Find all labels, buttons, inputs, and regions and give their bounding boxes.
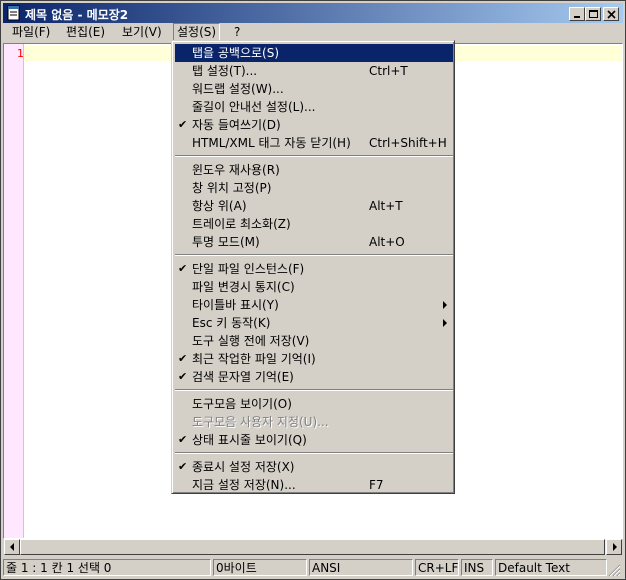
menu-item-auto-close-tags[interactable]: HTML/XML 태그 자동 닫기(H) Ctrl+Shift+H: [175, 134, 453, 152]
line-number: 1: [17, 47, 24, 60]
menu-item-single-instance[interactable]: ✔ 단일 파일 인스턴스(F): [175, 260, 453, 278]
menu-item-file-change-notify[interactable]: 파일 변경시 통지(C): [175, 278, 453, 296]
menu-item-label: 단일 파일 인스턴스(F): [192, 262, 305, 276]
status-line-ending[interactable]: CR+LF: [415, 559, 459, 576]
minimize-button[interactable]: [569, 7, 585, 21]
submenu-arrow-icon: [443, 301, 447, 309]
menu-item-shortcut: Alt+T: [369, 199, 403, 213]
menu-item-label: HTML/XML 태그 자동 닫기(H): [192, 136, 351, 150]
menu-item-customize-toolbar: 도구모음 사용자 지정(U)...: [175, 413, 453, 431]
status-insert-mode[interactable]: INS: [461, 559, 493, 576]
menu-item-remember-recent-files[interactable]: ✔ 최근 작업한 파일 기억(I): [175, 350, 453, 368]
line-number-gutter: 1: [4, 44, 24, 538]
maximize-icon: [589, 10, 598, 18]
menu-item-minimize-to-tray[interactable]: 트레이로 최소화(Z): [175, 215, 453, 233]
check-icon: ✔: [178, 433, 188, 446]
menu-item-shortcut: Ctrl+Shift+H: [369, 136, 447, 150]
menu-item-label: Esc 키 동작(K): [192, 316, 271, 330]
window-title: 제목 없음 - 메모장2: [25, 8, 129, 22]
menu-item-always-on-top[interactable]: 항상 위(A) Alt+T: [175, 197, 453, 215]
menu-item-label: 항상 위(A): [192, 199, 247, 213]
check-icon: ✔: [178, 118, 188, 131]
menu-item-label: 워드랩 설정(W)...: [192, 82, 284, 96]
menu-item-shortcut: F7: [369, 478, 384, 492]
menu-item-label: 최근 작업한 파일 기억(I): [192, 352, 316, 366]
maximize-button[interactable]: [585, 7, 601, 21]
menu-item-label: 도구 실행 전에 저장(V): [192, 334, 310, 348]
menu-item-shortcut: Alt+O: [369, 235, 405, 249]
menu-item-long-line-settings[interactable]: 줄길이 안내선 설정(L)...: [175, 98, 453, 116]
menu-item-label: 탭 설정(T)...: [192, 64, 258, 78]
menu-item-tabs-to-spaces[interactable]: 탭을 공백으로(S): [175, 44, 453, 62]
menu-item-esc-key-behavior[interactable]: Esc 키 동작(K): [175, 314, 453, 332]
horizontal-scrollbar[interactable]: [4, 539, 622, 555]
menu-item-label: 파일 변경시 통지(C): [192, 280, 295, 294]
check-icon: ✔: [178, 460, 188, 473]
menu-item-label: 지금 설정 저장(N)...: [192, 478, 296, 492]
menu-view[interactable]: 보기(V): [119, 24, 165, 41]
menu-item-label: 자동 들여쓰기(D): [192, 118, 281, 132]
menu-item-label: 상태 표시줄 보이기(Q): [192, 433, 307, 447]
menu-item-label: 검색 문자열 기억(E): [192, 370, 294, 384]
menu-separator: [175, 155, 453, 157]
menu-item-remember-search-strings[interactable]: ✔ 검색 문자열 기억(E): [175, 368, 453, 386]
close-button[interactable]: [603, 7, 619, 21]
menu-item-titlebar-display[interactable]: 타이틀바 표시(Y): [175, 296, 453, 314]
menu-separator: [175, 452, 453, 454]
menu-separator: [175, 389, 453, 391]
check-icon: ✔: [178, 370, 188, 383]
menu-item-sticky-window[interactable]: 창 위치 고정(P): [175, 179, 453, 197]
menu-item-tab-settings[interactable]: 탭 설정(T)... Ctrl+T: [175, 62, 453, 80]
menu-item-show-statusbar[interactable]: ✔ 상태 표시줄 보이기(Q): [175, 431, 453, 449]
menu-item-label: 도구모음 보이기(O): [192, 397, 292, 411]
status-size: 0바이트: [213, 559, 307, 576]
menu-help[interactable]: ?: [231, 24, 243, 41]
menu-item-transparent-mode[interactable]: 투명 모드(M) Alt+O: [175, 233, 453, 251]
menu-item-label: 도구모음 사용자 지정(U)...: [192, 415, 329, 429]
status-encoding[interactable]: ANSI: [309, 559, 413, 576]
minimize-icon: [574, 16, 580, 18]
scrollbar-thumb[interactable]: [20, 539, 605, 555]
menu-item-shortcut: Ctrl+T: [369, 64, 408, 78]
close-icon: [607, 10, 616, 19]
menu-item-save-settings-on-exit[interactable]: ✔ 종료시 설정 저장(X): [175, 458, 453, 476]
menu-item-word-wrap-settings[interactable]: 워드랩 설정(W)...: [175, 80, 453, 98]
submenu-arrow-icon: [443, 319, 447, 327]
status-bar: 줄 1 : 1 칸 1 선택 0 0바이트 ANSI CR+LF INS Def…: [3, 558, 623, 577]
menu-item-label: 줄길이 안내선 설정(L)...: [192, 100, 316, 114]
scroll-left-button[interactable]: [4, 539, 20, 555]
check-icon: ✔: [178, 352, 188, 365]
arrow-right-icon: [613, 543, 617, 551]
menu-item-label: 탭을 공백으로(S): [192, 46, 280, 60]
menu-item-label: 종료시 설정 저장(X): [192, 460, 295, 474]
menu-item-label: 윈도우 재사용(R): [192, 163, 280, 177]
arrow-left-icon: [10, 543, 14, 551]
menu-item-reuse-window[interactable]: 윈도우 재사용(R): [175, 161, 453, 179]
title-bar[interactable]: 제목 없음 - 메모장2: [3, 3, 623, 23]
menu-item-show-toolbar[interactable]: 도구모음 보이기(O): [175, 395, 453, 413]
menu-item-auto-indent[interactable]: ✔ 자동 들여쓰기(D): [175, 116, 453, 134]
notepad-app-icon: [7, 5, 20, 21]
check-icon: ✔: [178, 262, 188, 275]
status-position: 줄 1 : 1 칸 1 선택 0: [3, 559, 211, 576]
menu-item-save-settings-now[interactable]: 지금 설정 저장(N)... F7: [175, 476, 453, 494]
status-lexer[interactable]: Default Text: [495, 559, 607, 576]
menu-separator: [175, 254, 453, 256]
menu-file[interactable]: 파일(F): [9, 24, 53, 41]
settings-dropdown-menu: 탭을 공백으로(S) 탭 설정(T)... Ctrl+T 워드랩 설정(W)..…: [171, 40, 455, 494]
menu-item-save-before-tools[interactable]: 도구 실행 전에 저장(V): [175, 332, 453, 350]
resize-grip-icon[interactable]: [607, 563, 621, 577]
menu-item-label: 타이틀바 표시(Y): [192, 298, 279, 312]
menu-item-label: 창 위치 고정(P): [192, 181, 272, 195]
menu-edit[interactable]: 편집(E): [63, 24, 108, 41]
menu-item-label: 투명 모드(M): [192, 235, 260, 249]
menu-item-label: 트레이로 최소화(Z): [192, 217, 291, 231]
scroll-right-button[interactable]: [606, 539, 622, 555]
